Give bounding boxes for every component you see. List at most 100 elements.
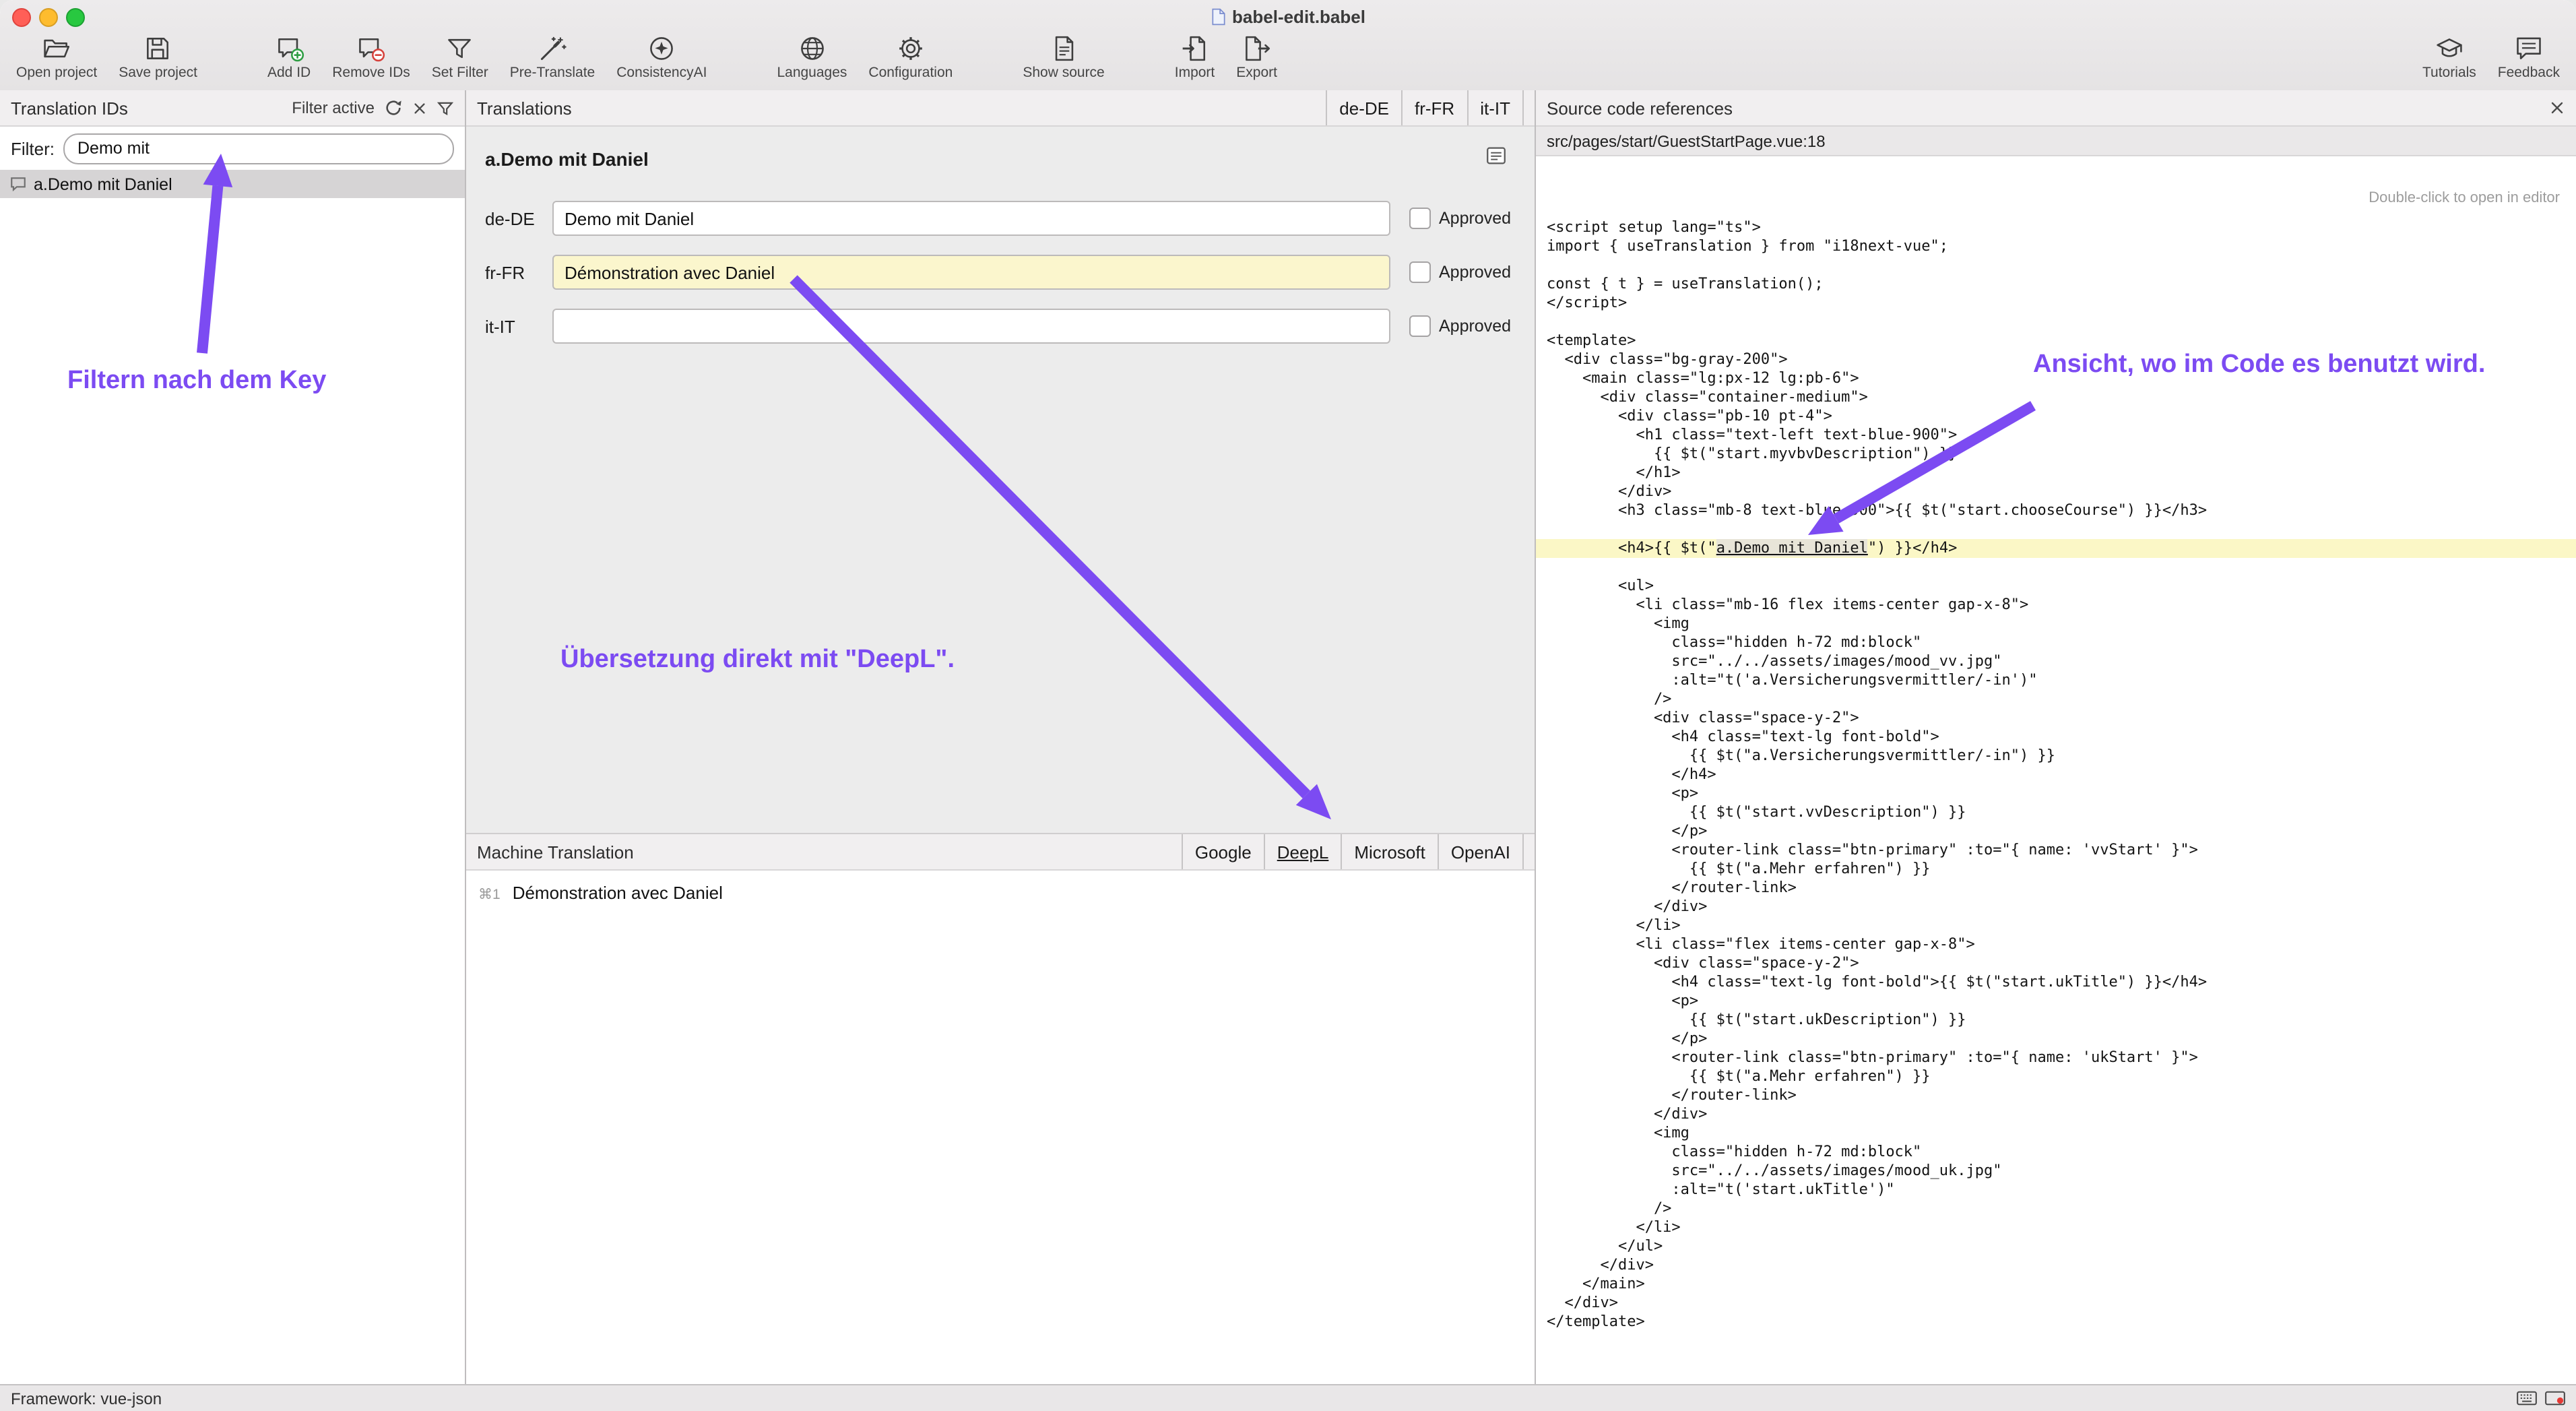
toolbar-remove-ids-button[interactable]: Remove IDs <box>332 32 410 81</box>
code-line: <script setup lang="ts"> <box>1536 218 2576 237</box>
editor-hint: Double-click to open in editor <box>2369 190 2560 206</box>
toolbar-export-button[interactable]: Export <box>1236 32 1277 81</box>
code-line: <h3 class="mb-8 text-blue-900">{{ $t("st… <box>1536 501 2576 520</box>
approved-checkbox-it-it[interactable] <box>1409 315 1431 337</box>
toolbar-button-label: Feedback <box>2498 65 2560 81</box>
source-file-reference[interactable]: src/pages/start/GuestStartPage.vue:18 <box>1536 127 2576 156</box>
window-chrome: babel-edit.babel Open project Save projec… <box>0 0 2576 92</box>
toolbar: Open project Save project Add ID Remove IDs… <box>0 27 2576 96</box>
toolbar-configuration-button[interactable]: Configuration <box>868 32 953 81</box>
code-line: </div> <box>1536 482 2576 501</box>
translation-input-de-de[interactable] <box>552 201 1390 236</box>
translation-id-label: a.Demo mit Daniel <box>34 175 172 193</box>
toolbar-button-label: Open project <box>16 65 97 81</box>
toolbar-group: Import Export <box>1175 32 1277 81</box>
code-line: const { t } = useTranslation(); <box>1536 275 2576 294</box>
window-title: babel-edit.babel <box>0 5 2576 27</box>
provider-tab-microsoft[interactable]: Microsoft <box>1341 834 1437 869</box>
language-tab-de-de[interactable]: de-DE <box>1326 90 1401 125</box>
code-line: </router-link> <box>1536 879 2576 898</box>
toolbar-languages-button[interactable]: Languages <box>777 32 847 81</box>
code-line: src="../../assets/images/mood_uk.jpg" <box>1536 1162 2576 1181</box>
toolbar-group: Open project Save project <box>16 32 197 81</box>
code-line: <h4>{{ $t("a.Demo mit Daniel") }}</h4> <box>1536 539 2576 558</box>
code-line: </template> <box>1536 1313 2576 1331</box>
approved-label: Approved <box>1439 317 1511 336</box>
add-id-icon <box>274 32 304 63</box>
machine-translation-header: Machine Translation GoogleDeepLMicrosoft… <box>466 833 1535 871</box>
consistency-ai-icon <box>647 32 676 63</box>
mt-suggestion-shortcut: ⌘1 <box>478 887 501 903</box>
language-label: de-DE <box>485 208 544 228</box>
approved-label: Approved <box>1439 263 1511 282</box>
annotation-source-note: Ansicht, wo im Code es benutzt wird. <box>2033 350 2485 380</box>
mt-suggestion-text: Démonstration avec Daniel <box>513 883 723 903</box>
language-tab-fr-fr[interactable]: fr-FR <box>1401 90 1467 125</box>
import-icon <box>1180 32 1210 63</box>
filter-active-label: Filter active <box>292 98 375 117</box>
feedback-icon <box>2514 32 2544 63</box>
approved-checkbox-fr-fr[interactable] <box>1409 261 1431 283</box>
toolbar-set-filter-button[interactable]: Set Filter <box>432 32 488 81</box>
toolbar-group: Languages Configuration <box>777 32 953 81</box>
code-line: <li class="flex items-center gap-x-8"> <box>1536 935 2576 954</box>
toolbar-show-source-button[interactable]: Show source <box>1023 32 1104 81</box>
annotation-deepl-note: Übersetzung direkt mit "DeepL". <box>560 646 955 675</box>
code-line: <p> <box>1536 784 2576 803</box>
approved-checkbox-de-de[interactable] <box>1409 208 1431 229</box>
open-project-icon <box>42 32 71 63</box>
filter-icon[interactable] <box>437 99 454 117</box>
clear-filter-icon[interactable] <box>412 100 427 115</box>
show-source-icon <box>1049 32 1078 63</box>
code-line <box>1536 558 2576 577</box>
code-line <box>1536 520 2576 539</box>
refresh-filter-icon[interactable] <box>384 98 403 117</box>
language-tab-it-it[interactable]: it-IT <box>1467 90 1524 125</box>
translation-id-list: a.Demo mit Daniel <box>0 170 465 1385</box>
code-line: {{ $t("a.Mehr erfahren") }} <box>1536 860 2576 879</box>
toolbar-button-label: Tutorials <box>2422 65 2476 81</box>
remove-ids-icon <box>356 32 386 63</box>
code-line: <div class="space-y-2"> <box>1536 954 2576 973</box>
translation-input-it-it[interactable] <box>552 309 1390 344</box>
toolbar-import-button[interactable]: Import <box>1175 32 1215 81</box>
filter-label: Filter: <box>11 138 55 158</box>
toolbar-group: Show source <box>1023 32 1104 81</box>
document-proxy-icon <box>1211 7 1225 25</box>
toolbar-save-project-button[interactable]: Save project <box>119 32 197 81</box>
source-panel-title: Source code references <box>1547 98 1733 118</box>
close-panel-icon[interactable] <box>2549 100 2565 116</box>
toolbar-feedback-button[interactable]: Feedback <box>2498 32 2560 81</box>
code-line: <img <box>1536 1124 2576 1143</box>
toolbar-button-label: Import <box>1175 65 1215 81</box>
source-code-panel: Source code references src/pages/start/G… <box>1536 90 2576 1385</box>
code-line: </div> <box>1536 898 2576 916</box>
code-line: {{ $t("a.Versicherungsvermittler/-in") }… <box>1536 747 2576 765</box>
toolbar-button-label: Add ID <box>267 65 311 81</box>
mt-suggestion[interactable]: ⌘1 Démonstration avec Daniel <box>478 883 723 903</box>
provider-tab-deepl[interactable]: DeepL <box>1264 834 1341 869</box>
provider-tab-google[interactable]: Google <box>1182 834 1264 869</box>
language-tabs: de-DEfr-FRit-IT <box>1326 90 1524 125</box>
translation-rows: de-DEApprovedfr-FRApprovedit-ITApproved <box>466 127 1535 833</box>
translation-input-fr-fr[interactable] <box>552 255 1390 290</box>
toolbar-button-label: Languages <box>777 65 847 81</box>
code-listing: <script setup lang="ts">import { useTran… <box>1536 218 2576 1331</box>
provider-tab-openai[interactable]: OpenAI <box>1438 834 1524 869</box>
filter-input[interactable] <box>63 133 454 164</box>
translation-id-item[interactable]: a.Demo mit Daniel <box>0 170 465 198</box>
translations-editor: a.Demo mit Daniel de-DEApprovedfr-FRAppr… <box>466 127 1535 833</box>
code-line: <h4 class="text-lg font-bold">{{ $t("sta… <box>1536 973 2576 992</box>
toolbar-add-id-button[interactable]: Add ID <box>267 32 311 81</box>
toolbar-pre-translate-button[interactable]: Pre-Translate <box>510 32 595 81</box>
babeledit-window: babel-edit.babel Open project Save projec… <box>0 0 2576 1411</box>
code-line: </p> <box>1536 822 2576 841</box>
code-line <box>1536 256 2576 275</box>
toolbar-consistencyai-button[interactable]: ConsistencyAI <box>616 32 707 81</box>
translation-ids-panel: Translation IDs Filter active Filter: a.… <box>0 90 466 1385</box>
toolbar-button-label: Pre-Translate <box>510 65 595 81</box>
toolbar-button-label: Show source <box>1023 65 1104 81</box>
code-line: {{ $t("a.Mehr erfahren") }} <box>1536 1067 2576 1086</box>
toolbar-tutorials-button[interactable]: Tutorials <box>2422 32 2476 81</box>
toolbar-open-project-button[interactable]: Open project <box>16 32 97 81</box>
